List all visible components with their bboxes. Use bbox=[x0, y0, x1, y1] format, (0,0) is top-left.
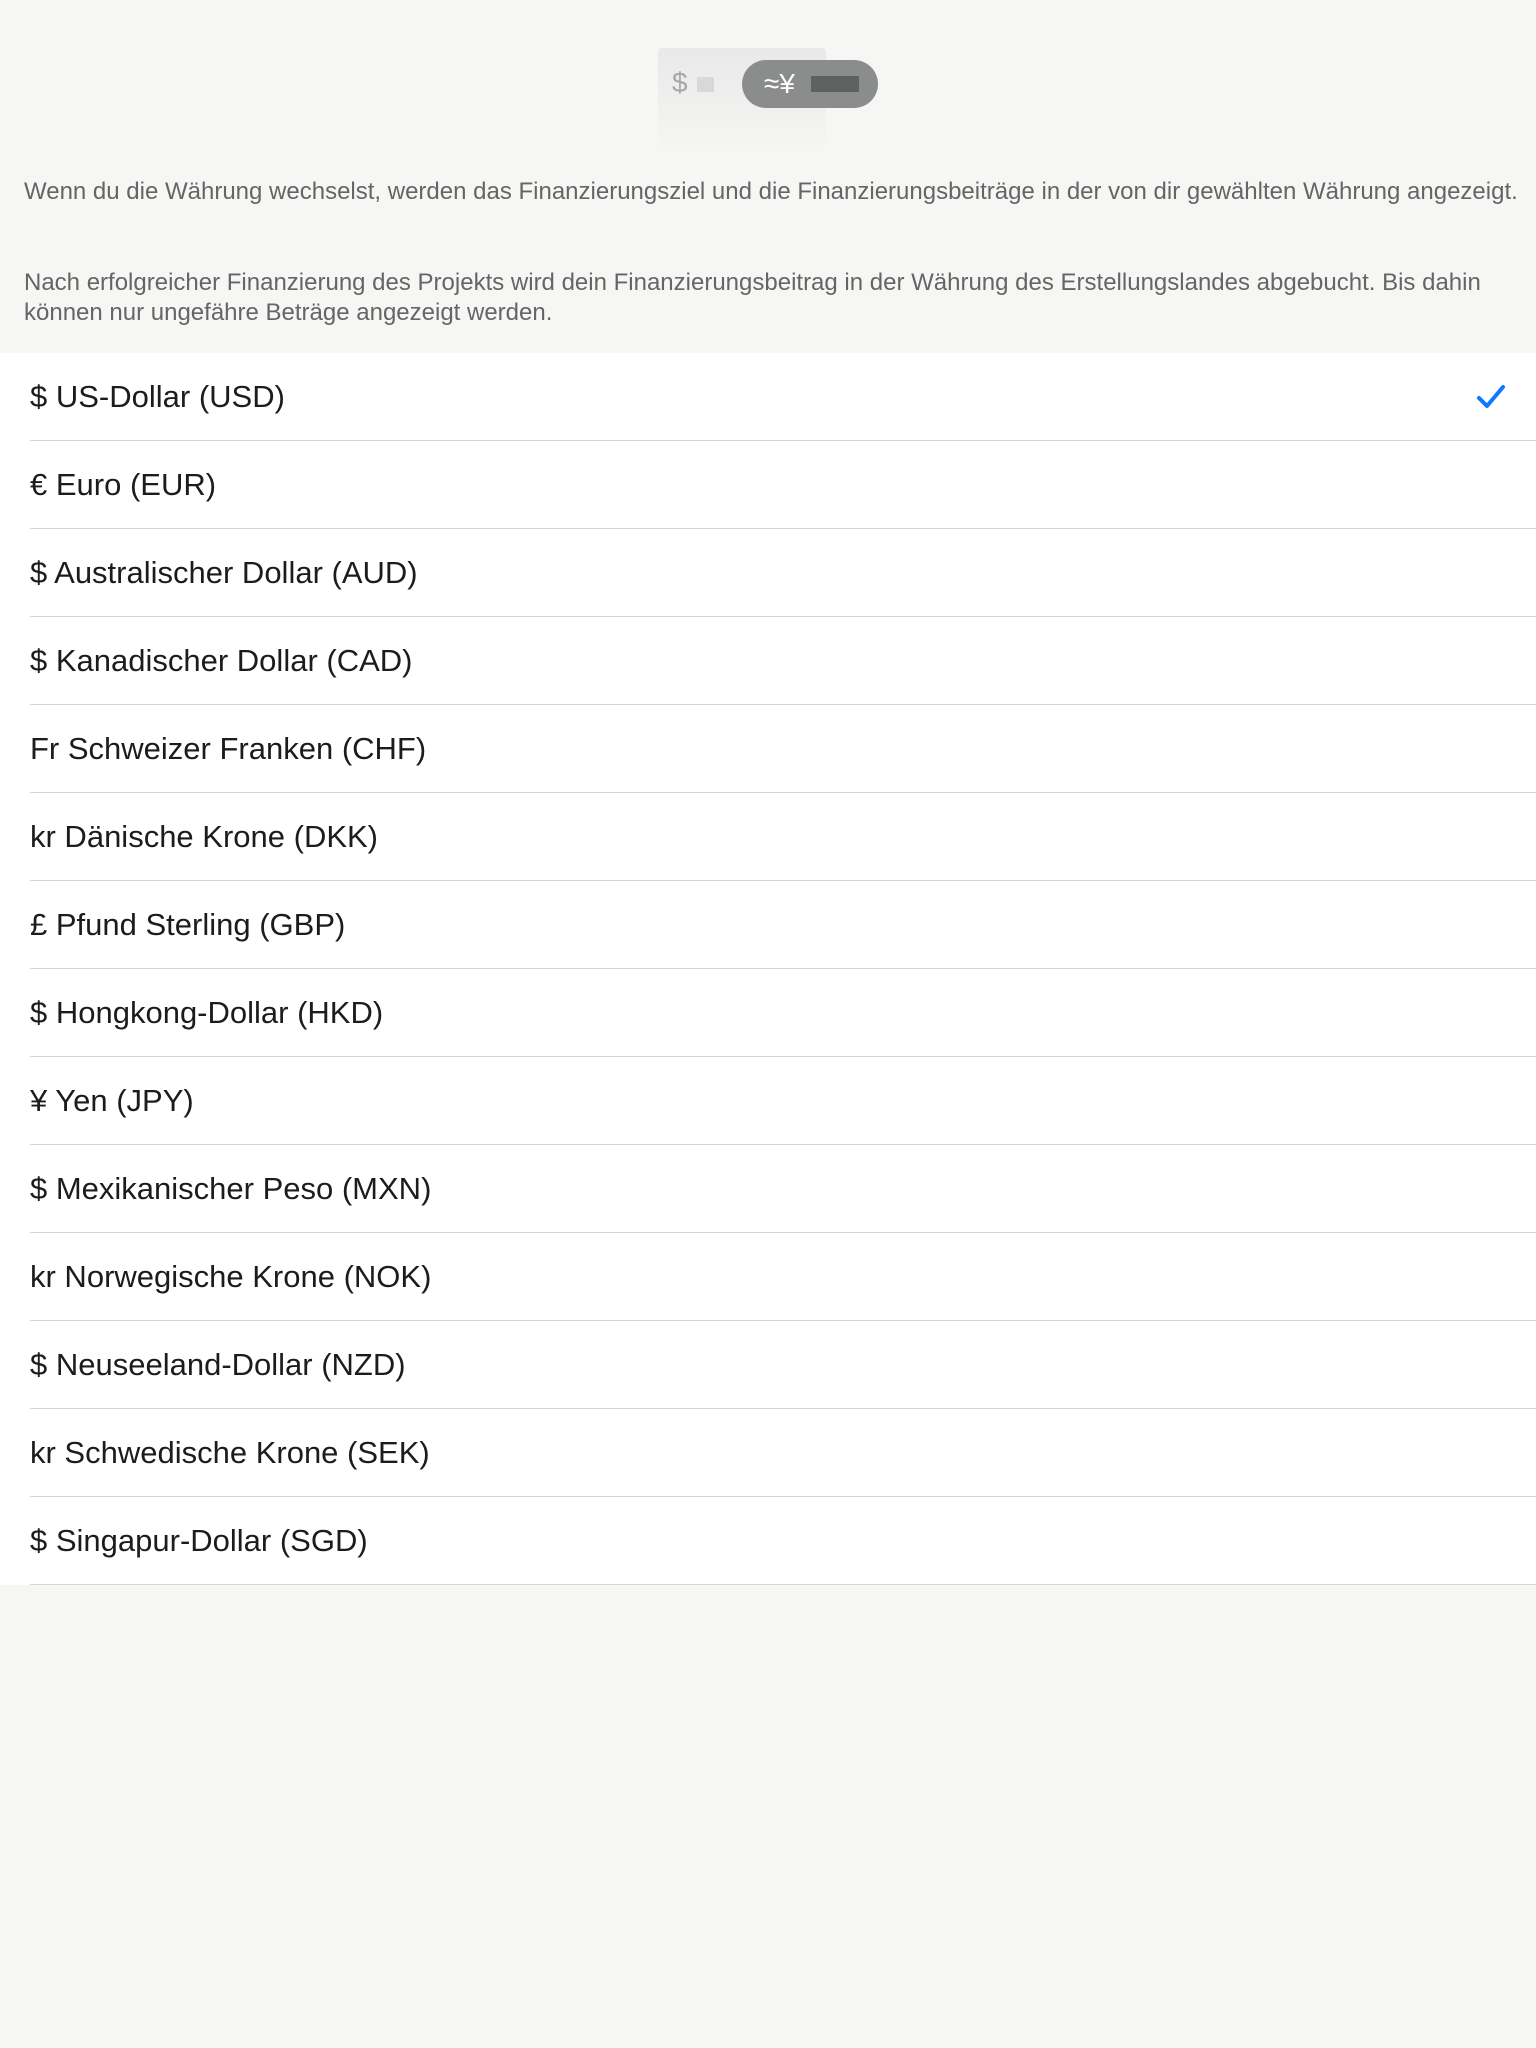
currency-list: $ US-Dollar (USD) € Euro (EUR) $ Austral… bbox=[0, 353, 1536, 1585]
approx-yen-symbol: ≈¥ bbox=[764, 68, 795, 99]
currency-row-nzd[interactable]: $ Neuseeland-Dollar (NZD) bbox=[0, 1321, 1536, 1409]
currency-label: € Euro (EUR) bbox=[30, 467, 217, 502]
dollar-symbol: $ bbox=[672, 67, 688, 98]
currency-row-sgd[interactable]: $ Singapur-Dollar (SGD) bbox=[0, 1497, 1536, 1585]
amount-placeholder-dark bbox=[811, 76, 859, 92]
currency-row-eur[interactable]: € Euro (EUR) bbox=[0, 441, 1536, 529]
currency-row-gbp[interactable]: £ Pfund Sterling (GBP) bbox=[0, 881, 1536, 969]
checkmark-icon bbox=[1477, 385, 1505, 408]
currency-label: £ Pfund Sterling (GBP) bbox=[30, 907, 346, 942]
currency-row-usd[interactable]: $ US-Dollar (USD) bbox=[0, 353, 1536, 441]
amount-placeholder-light bbox=[697, 77, 714, 92]
row-divider bbox=[30, 1584, 1536, 1585]
currency-conversion-illustration: $ ≈¥ bbox=[658, 48, 878, 152]
currency-label: $ US-Dollar (USD) bbox=[30, 379, 285, 414]
currency-row-hkd[interactable]: $ Hongkong-Dollar (HKD) bbox=[0, 969, 1536, 1057]
currency-row-cad[interactable]: $ Kanadischer Dollar (CAD) bbox=[0, 617, 1536, 705]
currency-row-sek[interactable]: kr Schwedische Krone (SEK) bbox=[0, 1409, 1536, 1497]
currency-label: $ Mexikanischer Peso (MXN) bbox=[30, 1171, 432, 1206]
currency-label: Fr Schweizer Franken (CHF) bbox=[30, 731, 427, 766]
currency-info-text: Wenn du die Währung wechselst, werden da… bbox=[24, 178, 1518, 205]
currency-label: $ Singapur-Dollar (SGD) bbox=[30, 1523, 368, 1558]
currency-row-aud[interactable]: $ Australischer Dollar (AUD) bbox=[0, 529, 1536, 617]
currency-label: kr Schwedische Krone (SEK) bbox=[30, 1435, 430, 1470]
currency-label: $ Kanadischer Dollar (CAD) bbox=[30, 643, 413, 678]
currency-label: kr Norwegische Krone (NOK) bbox=[30, 1259, 432, 1294]
currency-row-jpy[interactable]: ¥ Yen (JPY) bbox=[0, 1057, 1536, 1145]
currency-label: $ Australischer Dollar (AUD) bbox=[30, 555, 418, 590]
currency-row-dkk[interactable]: kr Dänische Krone (DKK) bbox=[0, 793, 1536, 881]
currency-row-mxn[interactable]: $ Mexikanischer Peso (MXN) bbox=[0, 1145, 1536, 1233]
currency-row-nok[interactable]: kr Norwegische Krone (NOK) bbox=[0, 1233, 1536, 1321]
currency-label: $ Neuseeland-Dollar (NZD) bbox=[30, 1347, 406, 1382]
currency-label: ¥ Yen (JPY) bbox=[30, 1083, 194, 1118]
currency-label: kr Dänische Krone (DKK) bbox=[30, 819, 379, 854]
currency-header: $ ≈¥ Wenn du die Währung wechselst, werd… bbox=[0, 0, 1536, 353]
charge-info-text: Nach erfolgreicher Finanzierung des Proj… bbox=[24, 269, 1481, 326]
converted-amount-pill: ≈¥ bbox=[742, 60, 878, 108]
currency-label: $ Hongkong-Dollar (HKD) bbox=[30, 995, 384, 1030]
currency-row-chf[interactable]: Fr Schweizer Franken (CHF) bbox=[0, 705, 1536, 793]
